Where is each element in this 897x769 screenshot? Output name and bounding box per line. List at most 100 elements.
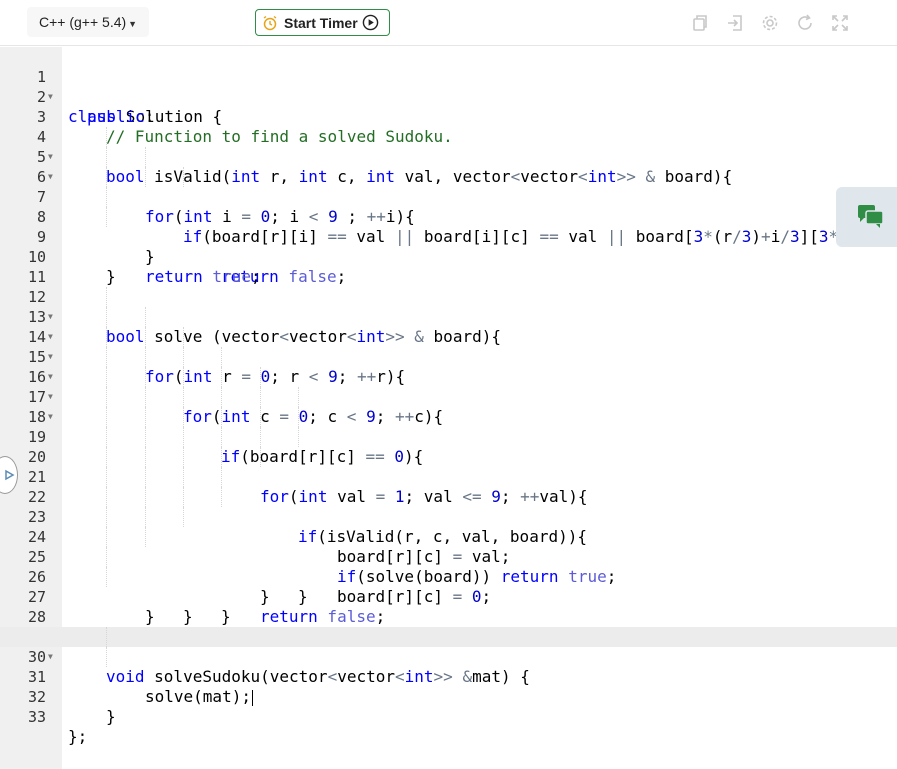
indent-guide [221,407,222,427]
indent-guide [183,407,184,427]
indent-guide [106,167,107,187]
exit-icon[interactable] [724,12,746,34]
indent-guide [221,487,222,507]
code-line-4[interactable]: 4 ▼ bool isValid(int r, int c, int val, … [0,107,897,186]
indent-guide [145,367,146,387]
code-line-5[interactable]: 5 ▼ for(int i = 0; i < 9 ; ++i){ [0,127,897,226]
indent-guide [106,427,107,447]
code-line-8[interactable]: 8 } [0,187,897,266]
code-line-30-active[interactable]: 30 solve(mat); [0,627,897,706]
copy-icon[interactable] [689,12,711,34]
code-line-25[interactable]: 25 } [0,527,897,626]
indent-guide [183,167,184,187]
indent-guide [145,407,146,427]
indent-guide [106,187,107,207]
code-line-20[interactable]: 20 board[r][c] = 0; [0,427,897,606]
indent-guide [145,167,146,187]
code-line-27[interactable]: 27 return true; [0,567,897,646]
code-line-2[interactable]: 2 public: [0,67,897,126]
code-line-19[interactable]: 19 if(solve(board)) return true; [0,407,897,586]
code-line-11[interactable]: 11 [0,247,897,286]
indent-guide [260,367,261,387]
editor-tools [689,12,864,34]
indent-guide [183,387,184,407]
indent-guide [298,407,299,427]
indent-guide [106,507,107,527]
code-line-29[interactable]: 29 ▼ void solveSudoku(vector<vector<int>… [0,607,897,686]
code-line-26[interactable]: 26 } [0,547,897,626]
start-timer-button[interactable]: Start Timer [255,9,390,36]
indent-guide [106,627,107,647]
indent-guide [145,507,146,527]
indent-guide [183,327,184,347]
indent-guide [298,387,299,407]
code-line-10[interactable]: 10 } [0,227,897,286]
code-line-17[interactable]: 17 ▼ if(isValid(r, c, val, board)){ [0,367,897,546]
indent-guide [106,287,107,307]
code-line-9[interactable]: 9 return true; [0,207,897,286]
indent-guide [183,367,184,387]
indent-guide [106,147,107,167]
code-line-7[interactable]: 7 return false; [0,167,897,286]
code-line-28[interactable]: 28 } [0,587,897,646]
indent-guide [106,127,107,147]
language-select[interactable]: C++ (g++ 5.4) ▼ [27,7,150,37]
indent-guide [183,447,184,467]
indent-guide [298,427,299,447]
indent-guide [106,487,107,507]
play-arrow-icon [5,469,15,481]
indent-guide [145,467,146,487]
code-text: } [106,707,116,726]
chat-button[interactable] [836,187,897,247]
code-line-18[interactable]: 18 board[r][c] = val; [0,387,897,566]
alarm-clock-icon [263,15,277,30]
line-number: 33 [27,708,46,726]
code-line-32[interactable]: 32 } [0,667,897,726]
reset-icon[interactable] [794,12,816,34]
indent-guide [106,367,107,387]
code-line-15[interactable]: 15 ▼ if(board[r][c] == 0){ [0,327,897,466]
code-line-16[interactable]: 16 ▼ for(int val = 1; val <= 9; ++val){ [0,347,897,506]
indent-guide [106,647,107,667]
indent-guide [183,507,184,527]
indent-guide [145,487,146,507]
indent-guide [106,327,107,347]
indent-guide [145,427,146,447]
indent-guide [183,427,184,447]
indent-guide [106,347,107,367]
indent-guide [106,467,107,487]
indent-guide [183,347,184,367]
code-line-23[interactable]: 23 return false; [0,487,897,626]
code-line-31[interactable]: 31 [0,647,897,686]
code-line-6[interactable]: 6 if(board[r][i] == val || board[i][c] =… [0,147,897,246]
indent-guide [260,427,261,447]
indent-guide [145,307,146,327]
indent-guide [106,207,107,227]
code-editor[interactable]: 1 ▼ class Solution { 2 public: 3 // Func… [0,47,897,769]
indent-guide [221,347,222,367]
indent-guide [106,407,107,427]
chevron-down-icon: ▼ [128,18,138,29]
indent-guide [260,407,261,427]
indent-guide [260,447,261,467]
code-line-24[interactable]: 24 } [0,507,897,626]
code-line-3[interactable]: 3 // Function to find a solved Sudoku. [0,87,897,146]
code-line-14[interactable]: 14 ▼ for(int c = 0; c < 9; ++c){ [0,307,897,426]
settings-icon[interactable] [759,12,781,34]
indent-guide [221,427,222,447]
code-line-1[interactable]: 1 ▼ class Solution { [0,47,897,126]
code-lines[interactable]: 1 ▼ class Solution { 2 public: 3 // Func… [0,47,897,746]
code-line-33[interactable]: 33 }; [0,687,897,746]
code-line-12[interactable]: 12 ▼ bool solve (vector<vector<int>> & b… [0,267,897,346]
indent-guide [221,447,222,467]
play-circle-icon [362,14,378,31]
indent-guide [183,467,184,487]
fullscreen-icon[interactable] [829,12,851,34]
indent-guide [221,467,222,487]
code-text: }; [68,727,88,746]
indent-guide [183,487,184,507]
code-line-21[interactable]: 21 } [0,447,897,606]
code-line-22[interactable]: 22 } [0,467,897,606]
code-line-13[interactable]: 13 ▼ for(int r = 0; r < 9; ++r){ [0,287,897,386]
indent-guide [145,387,146,407]
